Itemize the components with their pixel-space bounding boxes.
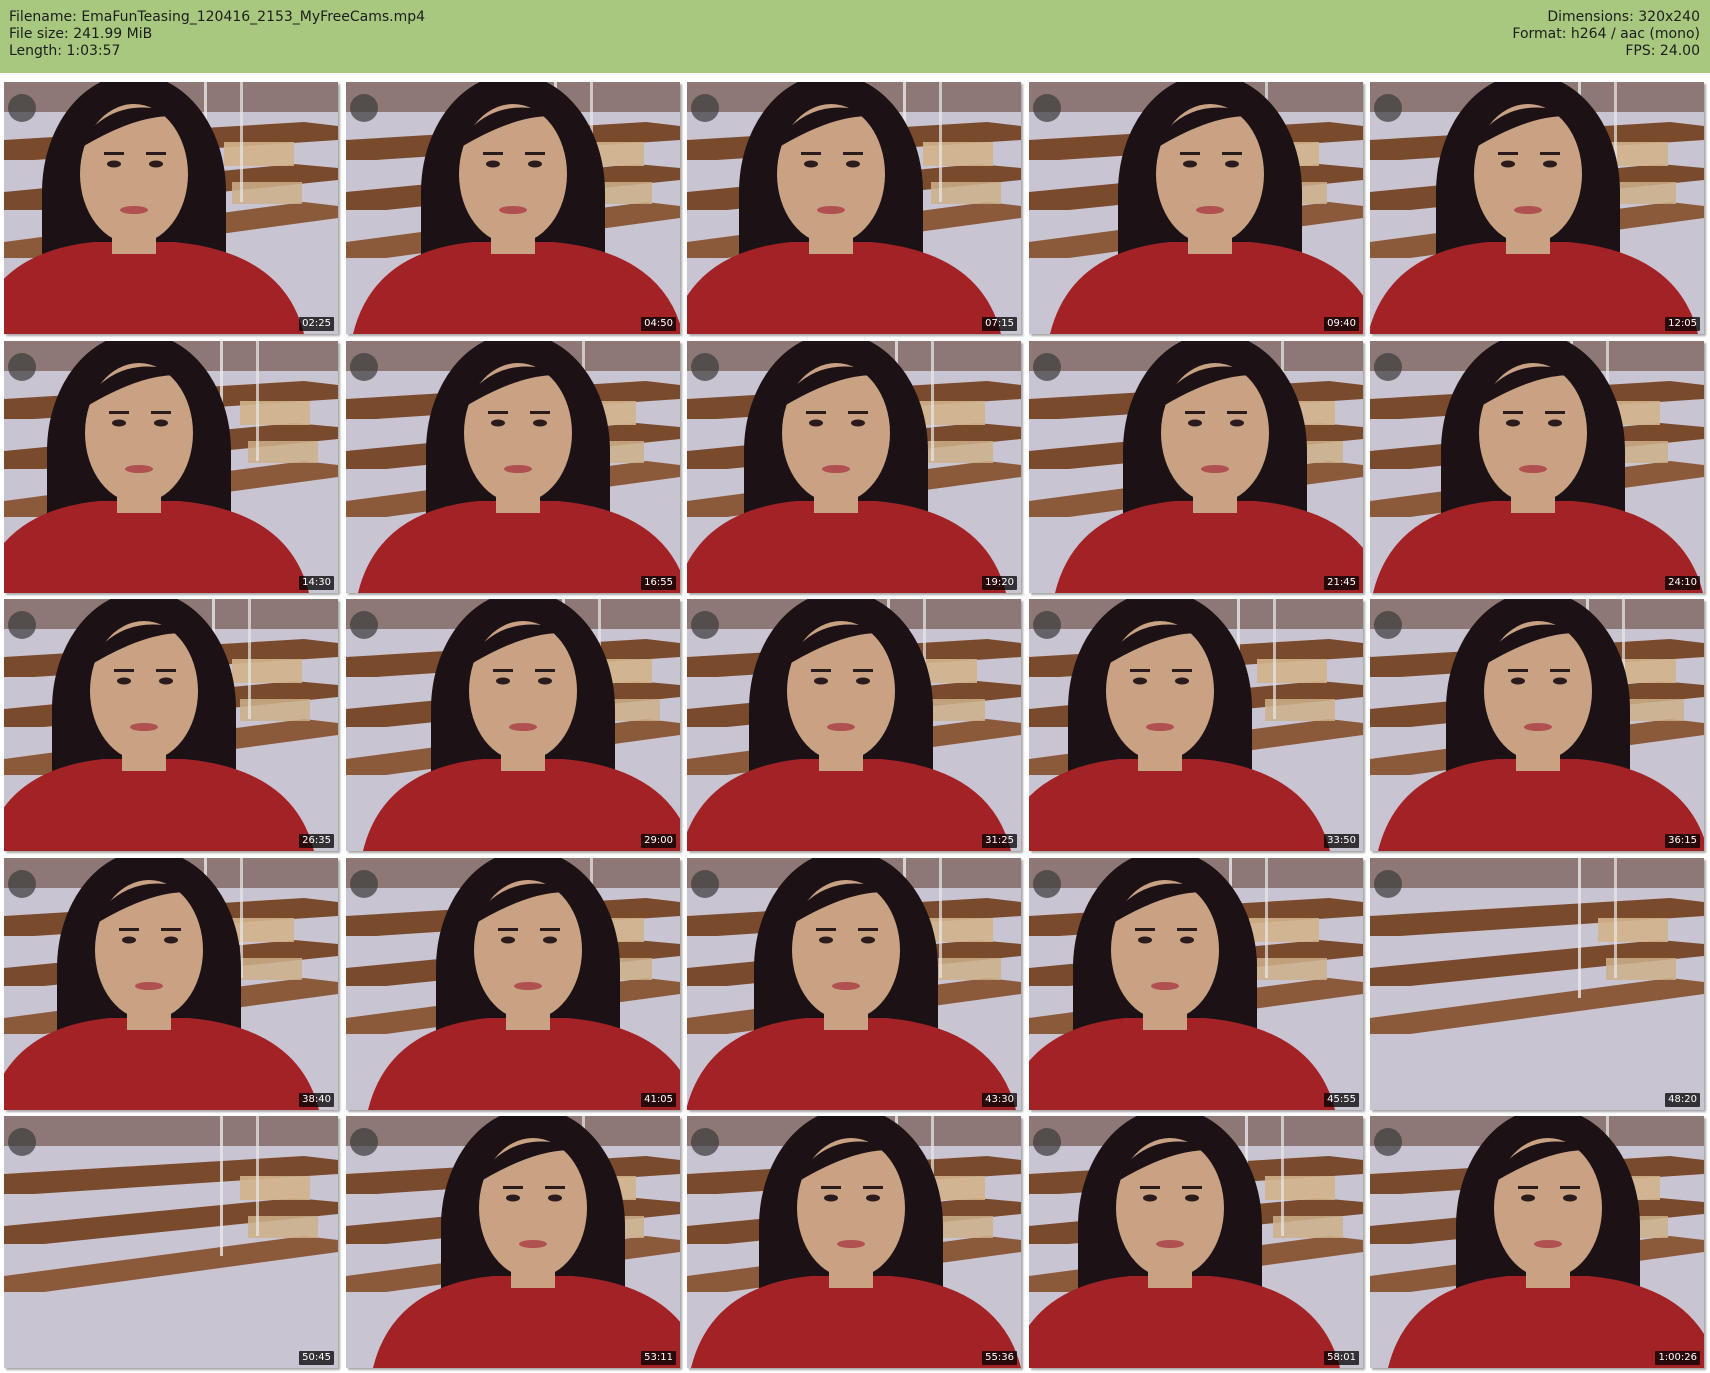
thumbnail-timestamp: 43:30 — [982, 1093, 1017, 1107]
thumbnail-timestamp: 09:40 — [1324, 317, 1359, 331]
thumbnail-timestamp: 33:50 — [1324, 834, 1359, 848]
video-thumbnail: 53:11 — [346, 1116, 680, 1368]
dimensions-row: Dimensions: 320x240 — [1512, 9, 1700, 26]
webcam-frame-person — [346, 1116, 680, 1368]
fps-label: FPS: — [1625, 43, 1656, 59]
dimensions-label: Dimensions: — [1547, 9, 1634, 25]
video-thumbnail: 24:10 — [1370, 341, 1704, 593]
webcam-frame-person — [1029, 341, 1363, 593]
thumbnail-timestamp: 36:15 — [1665, 834, 1700, 848]
video-thumbnail: 45:55 — [1029, 858, 1363, 1110]
thumbnail-timestamp: 1:00:26 — [1655, 1351, 1700, 1365]
webcam-frame-person — [687, 858, 1021, 1110]
thumbnail-timestamp: 58:01 — [1324, 1351, 1359, 1365]
webcam-frame-person — [1029, 82, 1363, 334]
video-thumbnail: 21:45 — [1029, 341, 1363, 593]
webcam-frame-person — [346, 82, 680, 334]
thumbnail-timestamp: 14:30 — [299, 576, 334, 590]
video-thumbnail: 36:15 — [1370, 599, 1704, 851]
thumbnail-timestamp: 41:05 — [641, 1093, 676, 1107]
webcam-frame-person — [346, 599, 680, 851]
webcam-frame-person — [687, 82, 1021, 334]
filesize-value: 241.99 MiB — [73, 26, 153, 42]
info-header: Filename: EmaFunTeasing_120416_2153_MyFr… — [0, 0, 1710, 73]
format-row: Format: h264 / aac (mono) — [1512, 26, 1700, 43]
webcam-frame-person — [4, 599, 338, 851]
video-thumbnail: 14:30 — [4, 341, 338, 593]
video-thumbnail: 12:05 — [1370, 82, 1704, 334]
filesize-label: File size: — [9, 26, 69, 42]
thumbnail-grid: 02:25 04:50 07:15 09:40 12:05 14:30 16:55 19:20… — [4, 82, 1707, 1370]
video-thumbnail: 43:30 — [687, 858, 1021, 1110]
thumbnail-timestamp: 31:25 — [982, 834, 1017, 848]
video-thumbnail: 04:50 — [346, 82, 680, 334]
video-thumbnail: 50:45 — [4, 1116, 338, 1368]
webcam-frame-person — [1370, 599, 1704, 851]
media-info: Dimensions: 320x240 Format: h264 / aac (… — [1512, 9, 1700, 60]
video-thumbnail: 33:50 — [1029, 599, 1363, 851]
thumbnail-timestamp: 29:00 — [641, 834, 676, 848]
filesize-row: File size: 241.99 MiB — [9, 26, 425, 43]
webcam-frame-person — [1370, 341, 1704, 593]
video-thumbnail: 02:25 — [4, 82, 338, 334]
filename-label: Filename: — [9, 9, 77, 25]
webcam-frame-person — [4, 858, 338, 1110]
thumbnail-timestamp: 53:11 — [641, 1351, 676, 1365]
webcam-frame-person — [1370, 1116, 1704, 1368]
webcam-frame-person — [346, 858, 680, 1110]
webcam-frame-person — [4, 341, 338, 593]
length-label: Length: — [9, 43, 63, 59]
video-thumbnail: 48:20 — [1370, 858, 1704, 1110]
webcam-frame-person — [687, 341, 1021, 593]
video-thumbnail: 1:00:26 — [1370, 1116, 1704, 1368]
thumbnail-timestamp: 48:20 — [1665, 1093, 1700, 1107]
thumbnail-timestamp: 26:35 — [299, 834, 334, 848]
webcam-frame-person — [1370, 82, 1704, 334]
video-thumbnail: 38:40 — [4, 858, 338, 1110]
thumbnail-timestamp: 55:36 — [982, 1351, 1017, 1365]
webcam-frame-person — [1029, 599, 1363, 851]
format-label: Format: — [1512, 26, 1567, 42]
thumbnail-timestamp: 21:45 — [1324, 576, 1359, 590]
thumbnail-timestamp: 45:55 — [1324, 1093, 1359, 1107]
webcam-frame-empty-room — [1370, 858, 1704, 1110]
thumbnail-timestamp: 07:15 — [982, 317, 1017, 331]
length-value: 1:03:57 — [66, 43, 121, 59]
video-thumbnail: 55:36 — [687, 1116, 1021, 1368]
webcam-frame-person — [687, 599, 1021, 851]
format-value: h264 / aac (mono) — [1570, 26, 1700, 42]
video-thumbnail: 16:55 — [346, 341, 680, 593]
fps-row: FPS: 24.00 — [1512, 43, 1700, 60]
video-thumbnail: 58:01 — [1029, 1116, 1363, 1368]
thumbnail-timestamp: 50:45 — [299, 1351, 334, 1365]
webcam-frame-person — [4, 82, 338, 334]
dimensions-value: 320x240 — [1638, 9, 1700, 25]
video-thumbnail: 41:05 — [346, 858, 680, 1110]
file-info: Filename: EmaFunTeasing_120416_2153_MyFr… — [9, 9, 425, 60]
video-thumbnail: 26:35 — [4, 599, 338, 851]
filename-value: EmaFunTeasing_120416_2153_MyFreeCams.mp4 — [81, 9, 426, 25]
fps-value: 24.00 — [1659, 43, 1700, 59]
video-thumbnail: 07:15 — [687, 82, 1021, 334]
webcam-frame-person — [1029, 858, 1363, 1110]
webcam-frame-person — [346, 341, 680, 593]
thumbnail-timestamp: 12:05 — [1665, 317, 1700, 331]
thumbnail-timestamp: 16:55 — [641, 576, 676, 590]
video-thumbnail: 31:25 — [687, 599, 1021, 851]
webcam-frame-person — [1029, 1116, 1363, 1368]
video-thumbnail: 09:40 — [1029, 82, 1363, 334]
video-thumbnail: 19:20 — [687, 341, 1021, 593]
filename-row: Filename: EmaFunTeasing_120416_2153_MyFr… — [9, 9, 425, 26]
length-row: Length: 1:03:57 — [9, 43, 425, 60]
video-thumbnail: 29:00 — [346, 599, 680, 851]
thumbnail-timestamp: 04:50 — [641, 317, 676, 331]
thumbnail-timestamp: 38:40 — [299, 1093, 334, 1107]
thumbnail-timestamp: 24:10 — [1665, 576, 1700, 590]
webcam-frame-empty-room — [4, 1116, 338, 1368]
thumbnail-timestamp: 02:25 — [299, 317, 334, 331]
thumbnail-timestamp: 19:20 — [982, 576, 1017, 590]
webcam-frame-person — [687, 1116, 1021, 1368]
